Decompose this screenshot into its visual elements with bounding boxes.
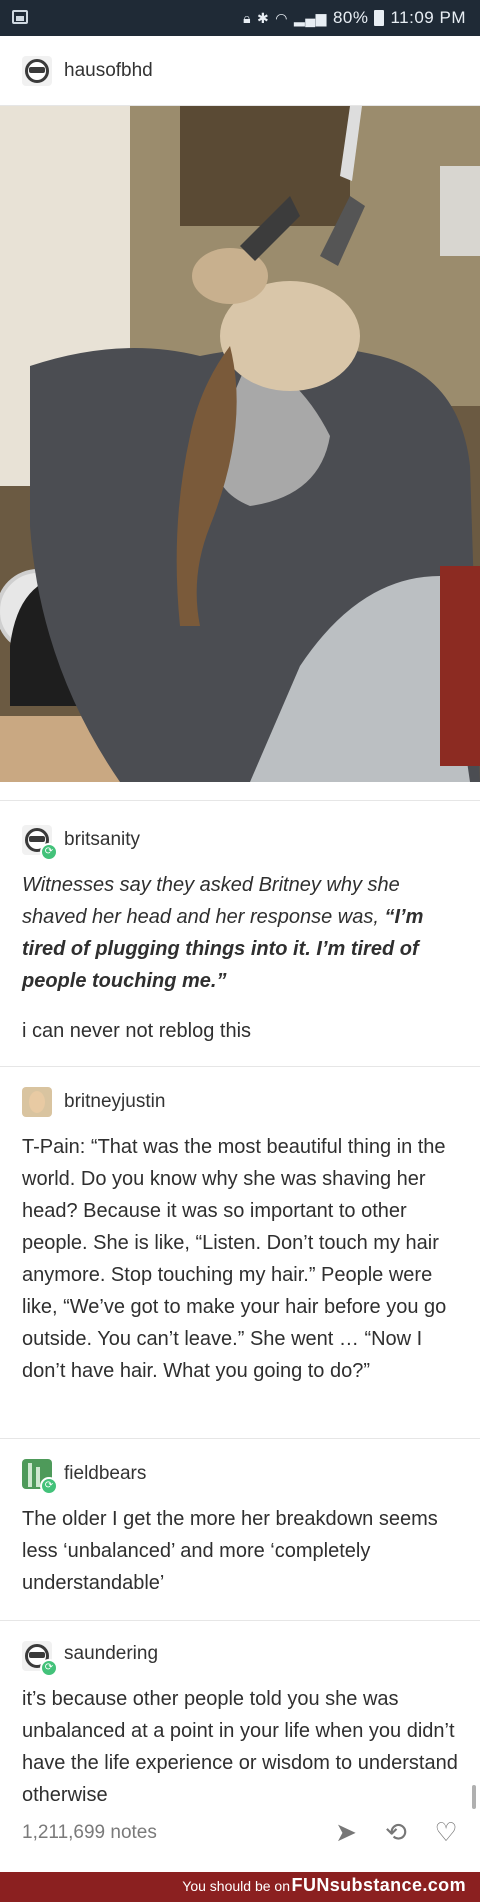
battery-icon bbox=[374, 10, 385, 26]
site-banner[interactable]: You should be on FUNsubstance.com bbox=[0, 1872, 480, 1902]
reblog-icon: ⟳ bbox=[40, 1659, 58, 1677]
image-icon bbox=[12, 10, 28, 24]
bluetooth-icon: ✱ bbox=[257, 9, 270, 26]
reblog-text: The older I get the more her breakdown s… bbox=[22, 1508, 438, 1594]
post-photo bbox=[0, 106, 480, 782]
reblog-icon: ⟳ bbox=[40, 843, 58, 861]
banner-brand: FUNsubstance.com bbox=[291, 1875, 466, 1895]
notes-count[interactable]: 1,211,699 notes bbox=[22, 1822, 157, 1844]
reblog-comment: i can never not reblog this bbox=[22, 1020, 252, 1042]
sunglasses-icon bbox=[29, 836, 45, 842]
reblog-britneyjustin: britneyjustin T-Pain: “That was the most… bbox=[0, 1066, 480, 1438]
banner-prefix: You should be on bbox=[182, 1878, 290, 1894]
reblog-username[interactable]: britsanity bbox=[64, 829, 140, 851]
avatar[interactable]: ⟳ bbox=[22, 1459, 58, 1495]
clock: 11:09 PM bbox=[390, 8, 466, 27]
post-header: hausofbhd bbox=[0, 36, 480, 106]
signal-icon: ▂▄▆ bbox=[294, 9, 327, 26]
status-right: 🔒︎ ✱ ◠ ▂▄▆ 80% 11:09 PM bbox=[243, 8, 466, 28]
share-icon[interactable]: ➤ bbox=[332, 1818, 360, 1846]
heart-icon[interactable]: ♡ bbox=[432, 1818, 460, 1846]
sunglasses-icon bbox=[29, 67, 45, 73]
wifi-icon: ◠ bbox=[275, 9, 288, 26]
avatar[interactable]: ⟳ bbox=[22, 825, 58, 861]
battery-percent: 80% bbox=[332, 8, 369, 27]
reblog-button-icon[interactable]: ⟲ bbox=[382, 1818, 410, 1846]
lock-icon: 🔒︎ bbox=[243, 9, 252, 26]
reblog-quote: Witnesses say they asked Britney why she… bbox=[22, 869, 462, 997]
sunglasses-icon bbox=[29, 1652, 45, 1658]
reblog-username[interactable]: britneyjustin bbox=[64, 1091, 165, 1113]
reblog-text: T-Pain: “That was the most beautiful thi… bbox=[22, 1136, 447, 1382]
reblog-saundering: ⟳ saundering it’s because other people t… bbox=[0, 1620, 480, 1806]
reblog-icon: ⟳ bbox=[40, 1477, 58, 1495]
salon-photo-illustration bbox=[0, 106, 480, 782]
avatar-face bbox=[29, 1091, 45, 1113]
avatar[interactable] bbox=[22, 1087, 52, 1117]
post-author[interactable]: hausofbhd bbox=[64, 60, 153, 82]
reblog-username[interactable]: saundering bbox=[64, 1643, 158, 1665]
quote-italic: Witnesses say they asked Britney why she… bbox=[22, 874, 400, 928]
reblog-britsanity: ⟳ britsanity Witnesses say they asked Br… bbox=[0, 800, 480, 1060]
reblog-text: it’s because other people told you she w… bbox=[22, 1688, 458, 1806]
status-bar: 🔒︎ ✱ ◠ ▂▄▆ 80% 11:09 PM bbox=[0, 0, 480, 36]
avatar[interactable]: ⟳ bbox=[22, 1641, 58, 1677]
post-footer: 1,211,699 notes ➤ ⟲ ♡ bbox=[0, 1800, 480, 1870]
reblog-fieldbears: ⟳ fieldbears The older I get the more he… bbox=[0, 1438, 480, 1618]
post-actions: ➤ ⟲ ♡ bbox=[332, 1818, 460, 1846]
reblog-username[interactable]: fieldbears bbox=[64, 1463, 146, 1485]
avatar[interactable] bbox=[22, 56, 52, 86]
